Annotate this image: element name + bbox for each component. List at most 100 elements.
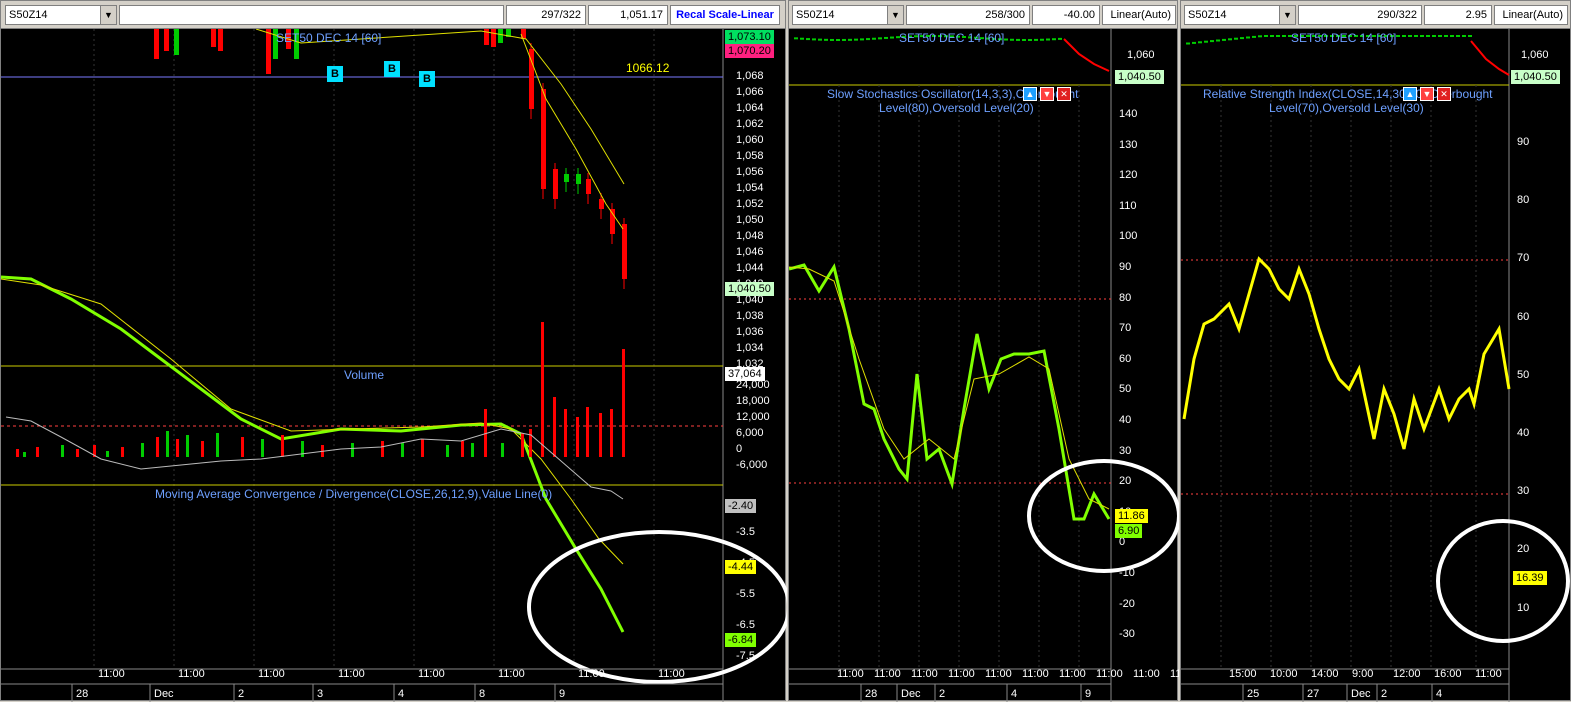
toolbar-right: S50Z14 ▼ 290/322 2.95 Linear(Auto) <box>1181 1 1570 29</box>
counter-field: 290/322 <box>1298 5 1422 25</box>
buy-marker[interactable]: B <box>384 61 400 77</box>
price-tick <box>1186 42 1190 45</box>
axis-tick-label: -6.5 <box>736 619 755 631</box>
chart-svg-right: 15:00 10:00 14:00 9:00 12:00 16:00 11:00 25 27 De… <box>1181 29 1570 702</box>
move-up-icon[interactable]: ▲ <box>1403 87 1417 101</box>
x-date-label: 9 <box>559 688 565 700</box>
recal-scale-button[interactable]: Recal Scale-Linear <box>670 5 780 25</box>
price-axis-label: 1,060 <box>1127 49 1155 61</box>
symbol-value: S50Z14 <box>796 9 835 21</box>
move-up-icon[interactable]: ▲ <box>1023 87 1037 101</box>
price-tick <box>1022 38 1026 41</box>
price-tick <box>1420 35 1424 37</box>
chart-area-left[interactable]: 11:00 11:00 11:00 11:00 11:00 11:00 11:00 11:00… <box>1 29 787 702</box>
price-tick <box>848 38 852 41</box>
chart-window-right: S50Z14 ▼ 290/322 2.95 Linear(Auto) 15:00… <box>1180 0 1571 702</box>
axis-tick-label: 10 <box>1517 601 1530 614</box>
x-date-label: 4 <box>398 688 404 700</box>
buy-marker[interactable]: B <box>419 71 435 87</box>
axis-tick-label: 1,036 <box>736 326 764 338</box>
scale-field[interactable]: Linear(Auto) <box>1494 5 1568 25</box>
axis-tick-label: 40 <box>1119 414 1132 426</box>
axis-tick-label: 1,058 <box>736 150 764 162</box>
price-tick <box>1456 35 1460 37</box>
axis-tick-label: 1,050 <box>736 214 764 226</box>
toolbar-left: S50Z14 ▼ 297/322 1,051.17 Recal Scale-Li… <box>1 1 785 29</box>
chevron-down-icon[interactable]: ▼ <box>100 6 116 24</box>
axis-tick-label: 30 <box>1119 444 1132 457</box>
x-date-label: Dec <box>154 688 174 700</box>
price-line <box>1470 40 1510 76</box>
hline-value-label: 1066.12 <box>626 61 670 75</box>
axis-tick-label: 90 <box>1119 261 1132 273</box>
move-down-icon[interactable]: ▼ <box>1040 87 1054 101</box>
axis-tick-label: 20 <box>1119 475 1132 488</box>
candle <box>586 179 591 194</box>
scale-field[interactable]: Linear(Auto) <box>1102 5 1176 25</box>
price-axis-label: 1,060 <box>1521 49 1549 61</box>
volume-bar <box>156 437 159 457</box>
x-time-label: 11:00 <box>578 668 605 680</box>
rsi-line <box>1182 256 1511 450</box>
counter-field: 297/322 <box>506 5 586 25</box>
axis-tick-label: 1,038 <box>736 310 764 322</box>
x-time-label: 12:00 <box>1393 668 1421 680</box>
axis-tick-label: -5.5 <box>736 588 755 600</box>
indicator-title-2: Level(70),Oversold Level(30) <box>1269 101 1424 115</box>
close-icon[interactable]: ✕ <box>1437 87 1451 101</box>
price-low-tag: 1,070.20 <box>725 44 774 58</box>
price-tick <box>884 36 888 39</box>
price-tick <box>1432 35 1436 37</box>
x-time-label: 11:00 <box>178 668 205 680</box>
volume-bar <box>121 447 124 457</box>
axis-tick-label: 120 <box>1119 169 1138 182</box>
price-tick <box>1276 35 1280 37</box>
buy-marker[interactable]: B <box>327 66 343 82</box>
price-tick <box>1198 41 1202 44</box>
volume-bar <box>471 443 474 457</box>
chart-window-middle: S50Z14 ▼ 258/300 -40.00 Linear(Auto) 11:… <box>788 0 1179 702</box>
volume-bar <box>576 417 579 457</box>
symbol-select[interactable]: S50Z14 ▼ <box>5 5 117 25</box>
price-tick <box>1210 40 1214 43</box>
x-time-label: 11:00 <box>911 668 938 680</box>
annotation-circle <box>1027 459 1179 573</box>
volume-bar <box>36 447 39 457</box>
axis-tick-label: 0 <box>736 443 743 455</box>
stoch-tag-b: 6.90 <box>1115 524 1143 538</box>
price-tick <box>800 37 804 40</box>
axis-tick-label: 30 <box>1517 485 1530 498</box>
close-icon[interactable]: ✕ <box>1057 87 1071 101</box>
price-tick <box>836 38 840 41</box>
axis-tick-label: 110 <box>1119 199 1137 212</box>
x-date-label: 9 <box>1085 688 1091 700</box>
x-date-label: 27 <box>1307 688 1319 700</box>
price-tick <box>1462 35 1466 37</box>
price-tick <box>1204 40 1208 43</box>
price-tick <box>866 38 870 41</box>
volume-bar <box>586 407 589 457</box>
x-time-label: 11:00 <box>1059 668 1086 680</box>
axis-tick-label: -10 <box>1119 567 1135 579</box>
x-date-label: Dec <box>901 688 921 700</box>
chevron-down-icon[interactable]: ▼ <box>1279 6 1295 24</box>
macd-tag-a: -2.40 <box>725 499 757 513</box>
chevron-down-icon[interactable]: ▼ <box>887 6 903 24</box>
chart-svg-left: 11:00 11:00 11:00 11:00 11:00 11:00 11:00 11:00… <box>1 29 787 702</box>
symbol-select[interactable]: S50Z14 ▼ <box>792 5 904 25</box>
move-down-icon[interactable]: ▼ <box>1420 87 1434 101</box>
price-tick <box>1264 35 1268 37</box>
symbol-select[interactable]: S50Z14 ▼ <box>1184 5 1296 25</box>
volume-bar <box>529 429 532 457</box>
axis-tick-label: 130 <box>1119 138 1138 151</box>
chart-area-right[interactable]: 15:00 10:00 14:00 9:00 12:00 16:00 11:00 25 27 De… <box>1181 29 1570 702</box>
price-tick <box>1004 38 1008 41</box>
price-tick <box>1058 37 1062 40</box>
axis-tick-label: 70 <box>1517 252 1530 265</box>
chart-area-middle[interactable]: 11:00 11:00 11:00 11:00 11:00 11:00 11:00 11:00… <box>789 29 1179 702</box>
candle <box>498 29 503 43</box>
axis-tick-label: -6,000 <box>736 459 768 471</box>
x-date-label: 2 <box>939 688 945 700</box>
stoch-k-line <box>789 263 1111 521</box>
axis-tick-label: 60 <box>1517 310 1530 323</box>
